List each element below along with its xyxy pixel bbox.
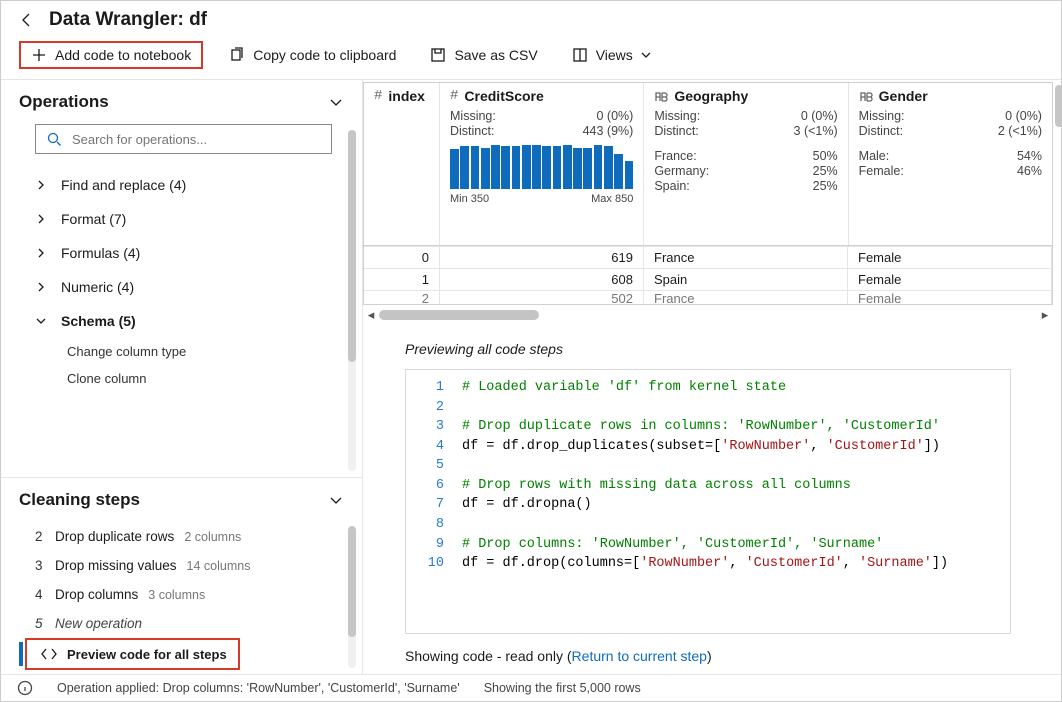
chevron-down-icon [641, 47, 651, 63]
status-message: Operation applied: Drop columns: 'RowNum… [57, 681, 460, 695]
operations-scrollbar[interactable] [348, 130, 356, 471]
copy-icon [229, 47, 245, 63]
return-to-step-link[interactable]: Return to current step [572, 648, 707, 664]
search-icon [46, 131, 62, 147]
search-input[interactable] [72, 132, 321, 147]
save-icon [430, 47, 446, 63]
table-row[interactable]: 2502FranceFemale [363, 290, 1053, 305]
operation-item[interactable]: Change column type [35, 338, 332, 365]
plus-icon [31, 47, 47, 63]
preview-heading: Previewing all code steps [363, 327, 1053, 369]
code-footer: Showing code - read only (Return to curr… [363, 644, 1053, 674]
cleaning-steps-title: Cleaning steps [19, 490, 140, 510]
add-code-to-notebook-button[interactable]: Add code to notebook [19, 41, 203, 69]
copy-code-button[interactable]: Copy code to clipboard [221, 43, 404, 67]
cleaning-step[interactable]: 3Drop missing values14 columns [1, 551, 362, 580]
code-preview: 1# Loaded variable 'df' from kernel stat… [405, 369, 1011, 634]
table-row[interactable]: 0619FranceFemale [363, 246, 1053, 268]
grid-horizontal-scrollbar[interactable]: ◂▸ [363, 307, 1053, 323]
steps-scrollbar[interactable] [348, 526, 356, 668]
operation-category[interactable]: Formulas (4) [35, 236, 332, 270]
col-header-geography[interactable]: Geography [644, 83, 847, 107]
col-header-index[interactable]: # index [364, 83, 439, 107]
info-icon [17, 680, 33, 696]
views-dropdown[interactable]: Views [564, 43, 659, 67]
add-code-label: Add code to notebook [55, 47, 191, 63]
page-title: Data Wrangler: df [49, 9, 207, 31]
back-arrow-icon[interactable] [19, 12, 35, 28]
abc-icon [654, 88, 668, 104]
chevron-icon [35, 313, 47, 329]
chevron-icon [35, 177, 47, 193]
creditscore-histogram [450, 145, 633, 189]
chevron-down-icon[interactable] [328, 94, 344, 110]
operation-category[interactable]: Find and replace (4) [35, 168, 332, 202]
grid-vertical-scrollbar[interactable] [1055, 85, 1062, 327]
data-grid: # index # CreditScore Missing:0 (0%) Dis… [363, 82, 1053, 246]
code-icon [41, 646, 57, 662]
preview-code-all-steps[interactable]: Preview code for all steps [1, 638, 362, 670]
table-row[interactable]: 1608SpainFemale [363, 268, 1053, 290]
operation-category[interactable]: Schema (5) [35, 304, 332, 338]
operation-category[interactable]: Numeric (4) [35, 270, 332, 304]
search-input-wrapper[interactable] [35, 124, 332, 154]
chevron-icon [35, 245, 47, 261]
operation-category[interactable]: Format (7) [35, 202, 332, 236]
cleaning-step[interactable]: 4Drop columns3 columns [1, 580, 362, 609]
cleaning-step[interactable]: 5New operation [1, 609, 362, 638]
col-header-gender[interactable]: Gender [849, 83, 1052, 107]
layout-icon [572, 47, 588, 63]
chevron-down-icon[interactable] [328, 492, 344, 508]
abc-icon [859, 88, 873, 104]
col-header-creditscore[interactable]: # CreditScore [440, 83, 643, 107]
operations-title: Operations [19, 92, 109, 112]
status-rows: Showing the first 5,000 rows [484, 681, 641, 695]
chevron-icon [35, 279, 47, 295]
operation-item[interactable]: Clone column [35, 365, 332, 392]
data-grid-rows: 0619FranceFemale1608SpainFemale2502Franc… [363, 246, 1061, 305]
chevron-icon [35, 211, 47, 227]
cleaning-step[interactable]: 2Drop duplicate rows2 columns [1, 522, 362, 551]
save-csv-button[interactable]: Save as CSV [422, 43, 545, 67]
